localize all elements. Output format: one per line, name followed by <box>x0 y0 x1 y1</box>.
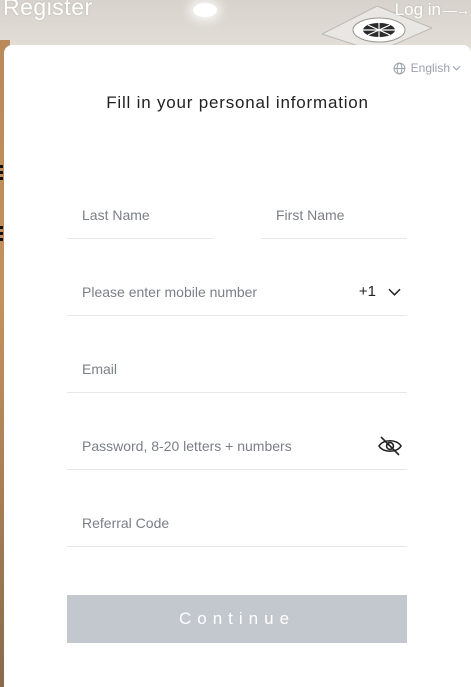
country-code-value: +1 <box>358 283 376 300</box>
last-name-field-wrapper <box>67 191 214 239</box>
last-name-input[interactable] <box>67 191 214 238</box>
language-label: English <box>410 61 450 75</box>
page-title-register: Register <box>3 0 93 20</box>
email-input[interactable] <box>67 345 407 392</box>
mobile-number-input[interactable] <box>67 268 407 315</box>
password-input[interactable] <box>67 422 407 469</box>
continue-button[interactable]: Continue <box>67 595 407 643</box>
registration-card: English Fill in your personal informatio… <box>4 45 471 687</box>
chevron-down-icon <box>452 65 461 71</box>
chevron-down-icon <box>388 288 401 296</box>
form-title: Fill in your personal information <box>106 93 369 112</box>
language-selector[interactable]: English <box>393 61 461 75</box>
referral-code-input[interactable] <box>67 499 407 546</box>
first-name-input[interactable] <box>261 191 407 238</box>
password-field-wrapper <box>67 422 407 470</box>
eye-off-icon[interactable] <box>377 435 403 457</box>
register-page: Register Log in —→ English Fill in your … <box>0 0 471 687</box>
first-name-field-wrapper <box>261 191 407 239</box>
mobile-field-wrapper: +1 <box>67 268 407 316</box>
email-field-wrapper <box>67 345 407 393</box>
login-link-label: Log in <box>394 0 441 19</box>
referral-field-wrapper <box>67 499 407 547</box>
country-code-selector[interactable]: +1 <box>359 268 401 315</box>
globe-icon <box>393 62 406 74</box>
arrow-right-icon: —→ <box>443 2 470 18</box>
ceiling-light-decoration <box>193 3 217 17</box>
login-link[interactable]: Log in —→ <box>394 0 470 20</box>
